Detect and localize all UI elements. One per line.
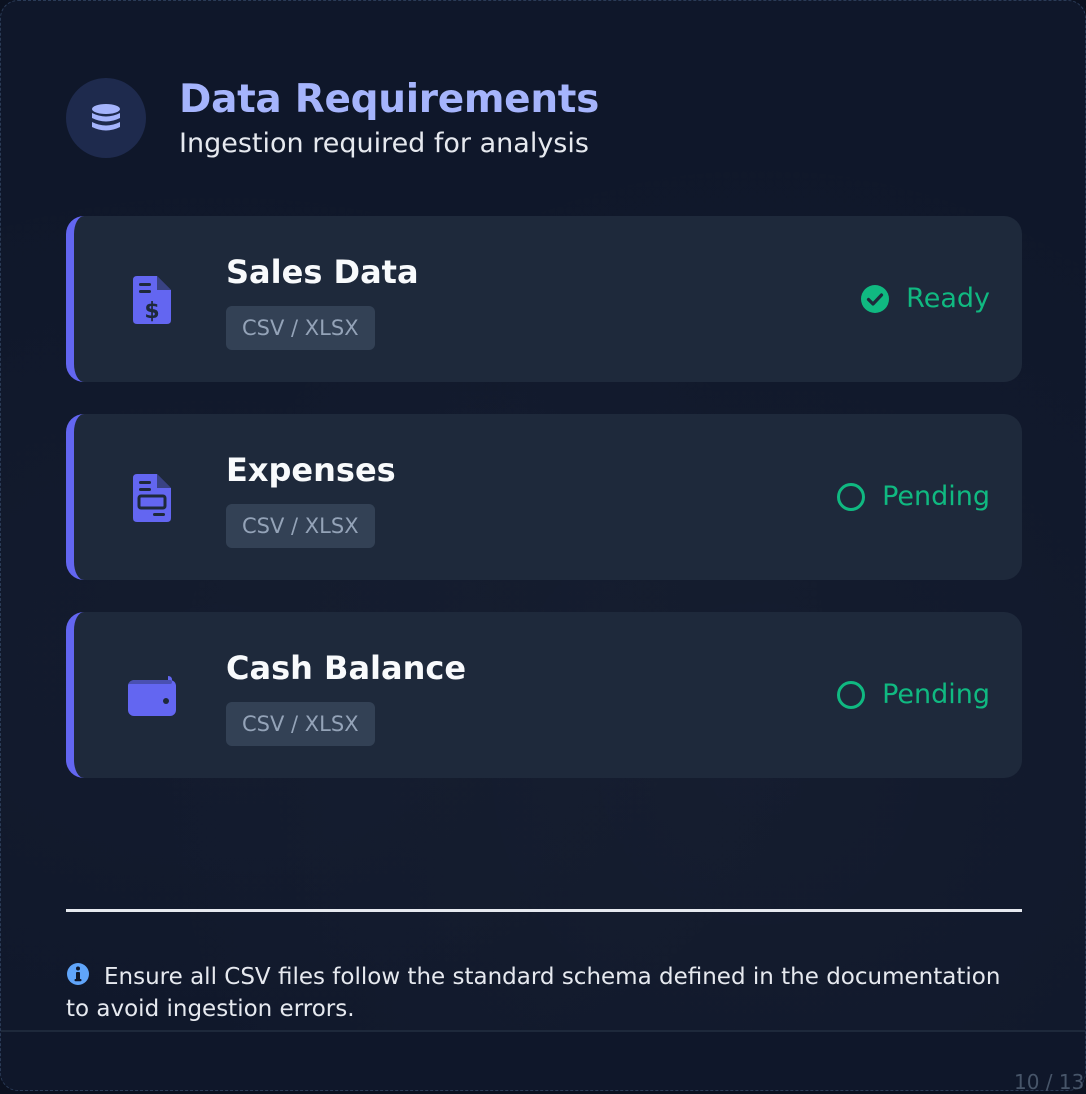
divider [66,909,1022,912]
status-label: Pending [882,679,990,710]
card-title: Sales Data [226,253,419,291]
status-label: Pending [882,481,990,512]
wallet-icon [128,670,176,722]
footer-bar [1,1030,1085,1090]
check-circle-icon [861,285,890,313]
info-note-text: Ensure all CSV files follow the standard… [66,964,1001,1022]
panel-header: Data Requirements Ingestion required for… [66,77,600,163]
svg-text:$: $ [144,299,159,324]
format-badge: CSV / XLSX [226,504,375,548]
page-title: Data Requirements [179,77,600,122]
requirement-card-sales-data[interactable]: $ Sales Data CSV / XLSX Ready [66,216,1022,382]
status-badge: Pending [836,675,990,715]
format-badge: CSV / XLSX [226,306,375,350]
page-subtitle: Ingestion required for analysis [179,128,589,159]
receipt-icon [128,472,176,524]
info-note: Ensure all CSV files follow the standard… [66,961,1026,1025]
requirement-card-expenses[interactable]: Expenses CSV / XLSX Pending [66,414,1022,580]
status-badge: Pending [836,477,990,517]
requirement-card-cash-balance[interactable]: Cash Balance CSV / XLSX Pending [66,612,1022,778]
empty-circle-icon [837,681,866,709]
invoice-dollar-icon: $ [128,274,176,326]
empty-circle-icon [837,483,866,511]
card-title: Expenses [226,451,396,489]
info-icon [67,963,89,985]
format-badge: CSV / XLSX [226,702,375,746]
requirements-panel: Data Requirements Ingestion required for… [0,0,1086,1091]
card-title: Cash Balance [226,649,467,687]
status-badge: Ready [860,279,990,319]
status-label: Ready [906,283,990,314]
slide-counter: 10 / 13 [1014,1070,1085,1094]
database-icon [66,78,146,158]
